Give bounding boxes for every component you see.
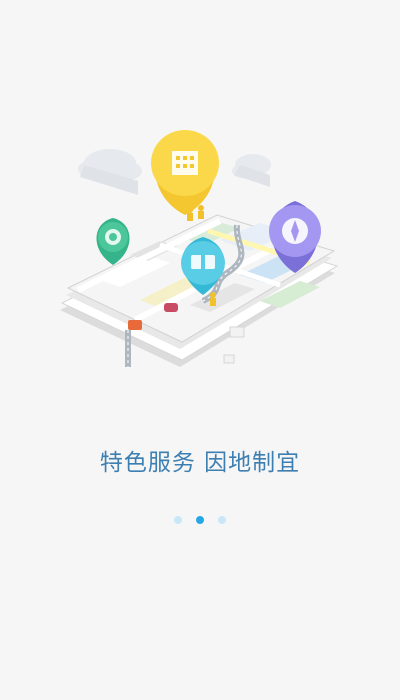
wallet-pin-icon: [96, 218, 130, 265]
page-dot-2-active[interactable]: [196, 516, 204, 524]
page-indicator: [0, 516, 400, 526]
city-map-illustration: [60, 130, 339, 367]
page-dot-3[interactable]: [218, 516, 226, 524]
page-dot-1[interactable]: [174, 516, 182, 524]
cloud-right-icon: [232, 154, 271, 187]
cloud-left-icon: [78, 149, 142, 195]
building-pin-icon: [151, 130, 219, 215]
onboarding-screen[interactable]: 特色服务 因地制宜: [0, 0, 400, 700]
onboarding-slogan: 特色服务 因地制宜: [99, 450, 301, 476]
